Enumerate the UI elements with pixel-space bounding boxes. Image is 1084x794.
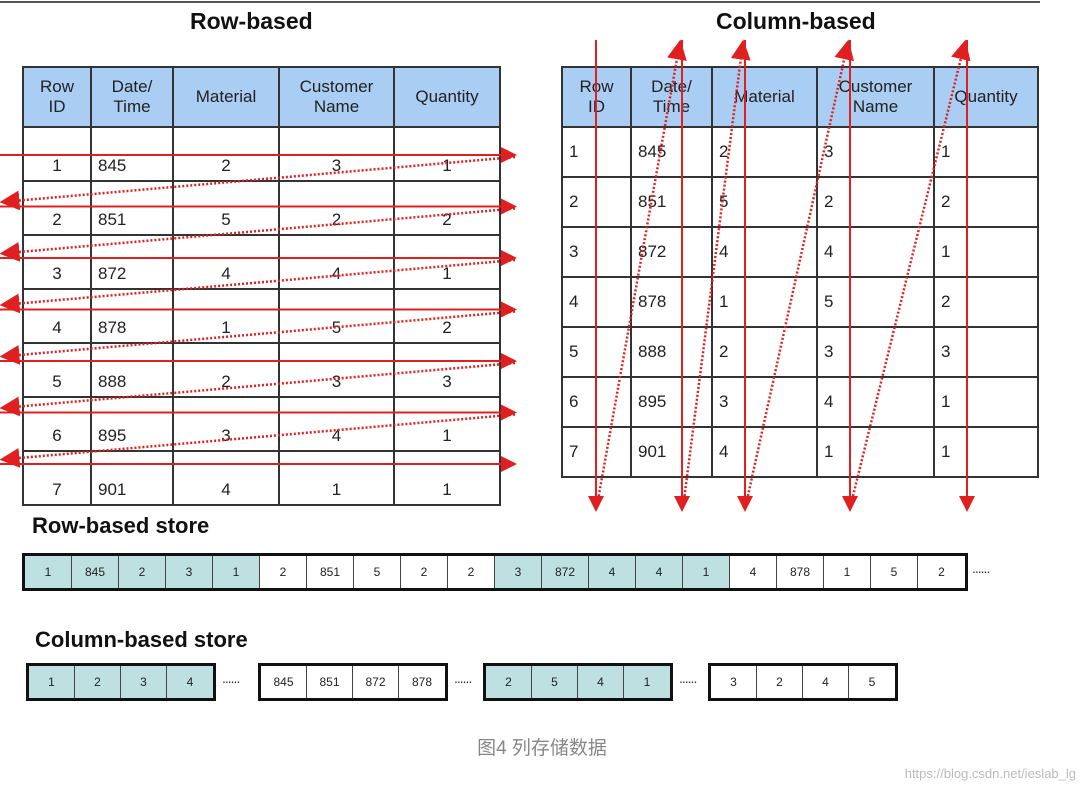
row-return-arrow <box>0 413 516 468</box>
column-return-arrow <box>745 39 854 501</box>
row-return-arrow <box>0 207 516 262</box>
column-return-arrow <box>596 39 687 501</box>
arrow-overlay <box>0 39 975 512</box>
row-return-arrow <box>0 155 516 211</box>
column-return-arrow <box>682 39 751 501</box>
row-return-arrow <box>0 310 516 365</box>
row-return-arrow <box>0 361 516 417</box>
diagram: Row-based Column-based Row ID Date/Time Mat… <box>0 0 1084 794</box>
column-return-arrow <box>850 39 971 501</box>
row-return-arrow <box>0 258 516 314</box>
